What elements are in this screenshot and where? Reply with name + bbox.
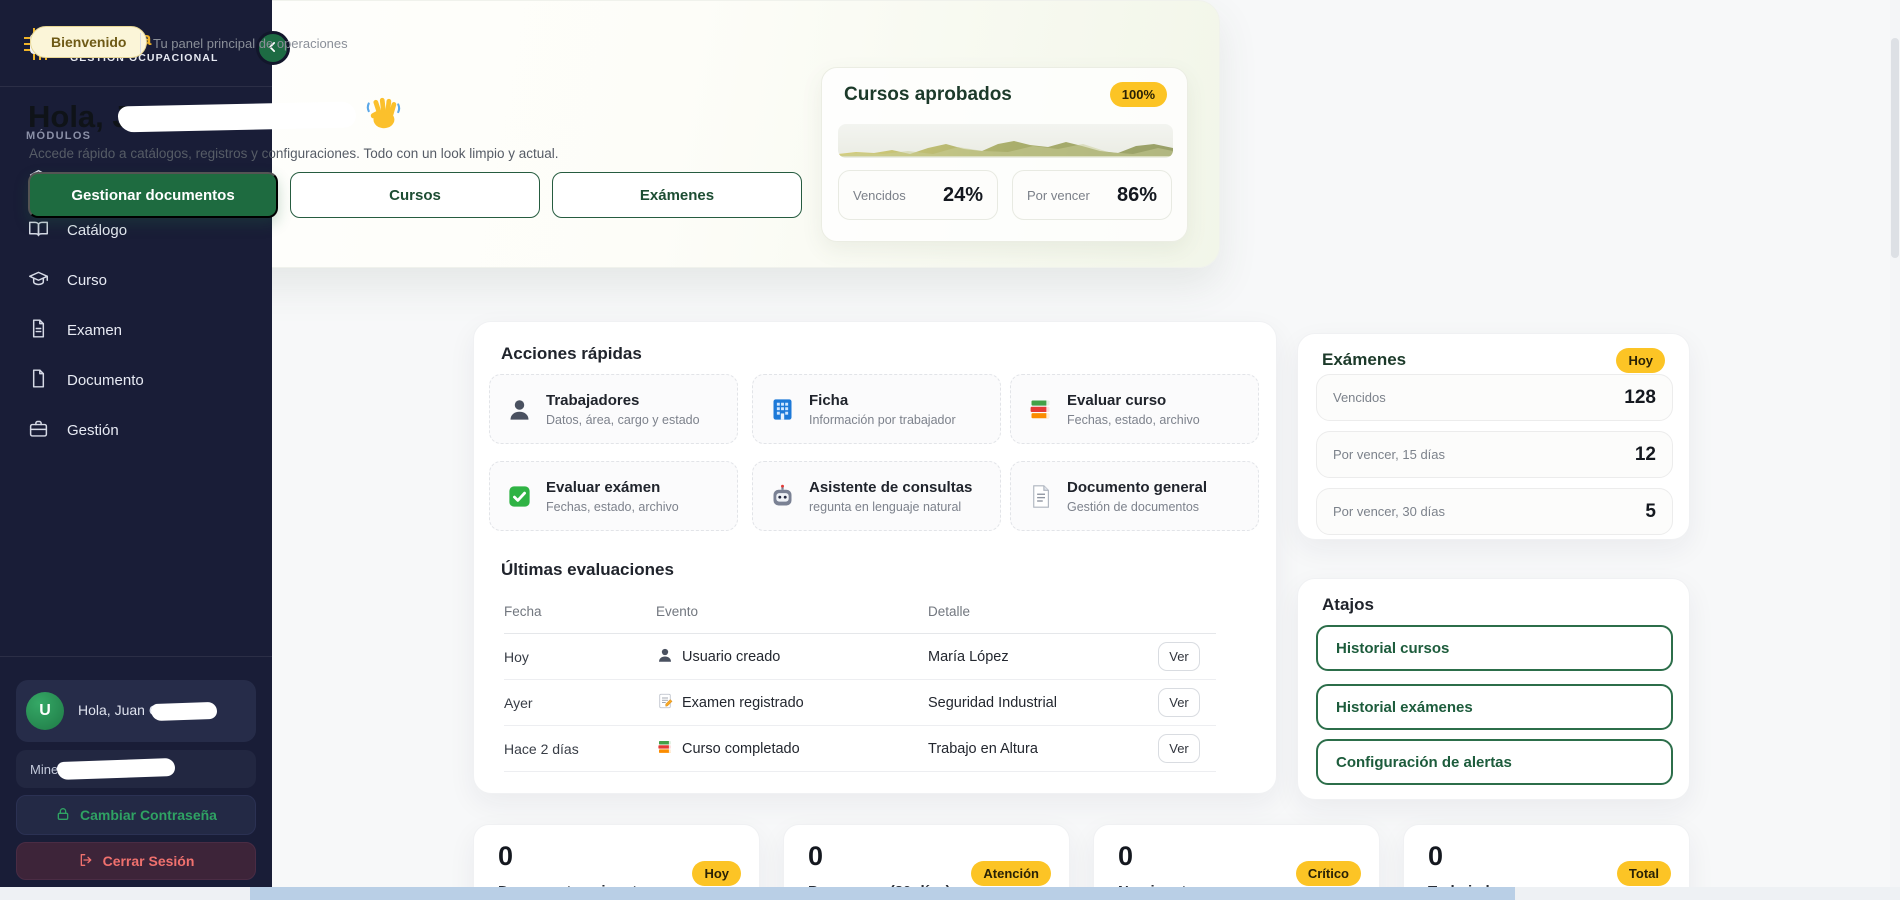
status-badge: Total	[1617, 861, 1671, 886]
examenes-button[interactable]: Exámenes	[552, 172, 802, 218]
sidebar-item-documento[interactable]: Documento	[12, 358, 260, 402]
sidebar-item-label: Curso	[67, 272, 107, 289]
action-card-asistente[interactable]: Asistente de consultas regunta en lengua…	[752, 461, 1001, 531]
atajos-title: Atajos	[1322, 595, 1374, 615]
column-header-fecha: Fecha	[504, 604, 656, 619]
sidebar-item-label: Examen	[67, 322, 122, 339]
logout-button[interactable]: Cerrar Sesión	[16, 842, 256, 880]
ver-button[interactable]: Ver	[1158, 688, 1200, 717]
sidebar-divider	[0, 86, 272, 87]
user-icon	[656, 646, 674, 668]
sidebar-item-label: Gestión	[67, 422, 119, 439]
quick-actions-panel: Acciones rápidas Trabajadores Datos, áre…	[473, 321, 1277, 794]
sidebar-divider	[0, 656, 272, 657]
welcome-tagline: Tu panel principal de operaciones	[153, 36, 348, 51]
exam-stat-row: Por vencer, 30 días 5	[1316, 488, 1673, 535]
ver-button[interactable]: Ver	[1158, 642, 1200, 671]
worker-icon	[506, 396, 533, 423]
column-header-evento: Evento	[656, 604, 928, 619]
welcome-badge: Bienvenido	[30, 26, 147, 58]
table-row: Ayer Examen registrado Seguridad Industr…	[504, 680, 1216, 726]
welcome-description: Accede rápido a catálogos, registros y c…	[29, 146, 559, 161]
stat-value: 0	[808, 841, 823, 872]
action-card-evaluar-examen[interactable]: Evaluar exámen Fechas, estado, archivo	[489, 461, 738, 531]
action-card-documento-general[interactable]: Documento general Gestión de documentos	[1010, 461, 1259, 531]
atajos-panel: Atajos Historial cursos Historial exámen…	[1297, 578, 1690, 800]
sidebar-item-label: Catálogo	[67, 222, 127, 239]
redaction-overlay	[151, 702, 218, 721]
table-row: Hace 2 días Curso completado Trabajo en …	[504, 726, 1216, 772]
cursos-aprobados-title: Cursos aprobados	[844, 84, 1012, 106]
configuracion-alertas-button[interactable]: Configuración de alertas	[1316, 739, 1673, 785]
stat-value: 0	[1118, 841, 1133, 872]
stat-value: 0	[1428, 841, 1443, 872]
exam-stat-row: Por vencer, 15 días 12	[1316, 431, 1673, 478]
action-card-evaluar-curso[interactable]: Evaluar curso Fechas, estado, archivo	[1010, 374, 1259, 444]
welcome-actions: Gestionar documentos Cursos Exámenes	[28, 172, 802, 218]
status-badge: Hoy	[692, 861, 741, 886]
company-box: Minera N	[16, 750, 256, 788]
vencidos-stat: Vencidos 24%	[838, 170, 998, 220]
stat-value: 0	[498, 841, 513, 872]
percentage-badge: 100%	[1110, 82, 1167, 107]
wave-emoji-icon	[364, 94, 402, 140]
memo-icon	[656, 692, 674, 714]
exam-stat-row: Vencidos 128	[1316, 374, 1673, 421]
redaction-overlay	[56, 758, 175, 780]
app-root: CoreData GESTIÓN OCUPACIONAL MÓDULOS Adm…	[0, 0, 1900, 900]
lock-icon	[55, 806, 71, 825]
sidebar-item-gestion[interactable]: Gestión	[12, 408, 260, 452]
horizontal-scrollbar-thumb[interactable]	[250, 887, 1515, 900]
building-icon	[769, 396, 796, 423]
file-text-icon	[28, 318, 49, 343]
action-card-trabajadores[interactable]: Trabajadores Datos, área, cargo y estado	[489, 374, 738, 444]
ver-button[interactable]: Ver	[1158, 734, 1200, 763]
table-row: Hoy Usuario creado María López Ver	[504, 634, 1216, 680]
evaluaciones-table: Fecha Evento Detalle Hoy Usuario creado …	[504, 590, 1216, 772]
divider	[140, 33, 141, 53]
ultimas-evaluaciones-title: Últimas evaluaciones	[501, 560, 674, 580]
column-header-detalle: Detalle	[928, 604, 1158, 619]
file-icon	[28, 368, 49, 393]
examenes-panel: Exámenes Hoy Vencidos 128 Por vencer, 15…	[1297, 333, 1690, 540]
change-password-button[interactable]: Cambiar Contraseña	[16, 795, 256, 835]
hoy-badge: Hoy	[1616, 348, 1665, 373]
vertical-scrollbar	[1890, 0, 1900, 887]
examenes-title: Exámenes	[1322, 350, 1406, 370]
user-card[interactable]: U Hola, Juan C	[16, 680, 256, 742]
briefcase-icon	[28, 418, 49, 443]
robot-icon	[769, 483, 796, 510]
graduation-cap-icon	[28, 268, 49, 293]
books-icon	[656, 738, 674, 760]
book-open-icon	[28, 218, 49, 243]
redaction-overlay	[117, 102, 355, 133]
action-card-ficha[interactable]: Ficha Información por trabajador	[752, 374, 1001, 444]
vertical-scrollbar-thumb[interactable]	[1891, 38, 1899, 258]
historial-examenes-button[interactable]: Historial exámenes	[1316, 684, 1673, 730]
sparkline-chart	[838, 124, 1173, 158]
status-badge: Crítico	[1296, 861, 1361, 886]
sidebar-item-curso[interactable]: Curso	[12, 258, 260, 302]
acciones-rapidas-title: Acciones rápidas	[501, 344, 642, 364]
avatar: U	[26, 692, 64, 730]
logout-icon	[78, 852, 94, 871]
gestionar-documentos-button[interactable]: Gestionar documentos	[28, 172, 278, 218]
greeting-heading: Hola, J	[28, 94, 402, 140]
cursos-aprobados-card: Cursos aprobados 100% Vencidos 24%	[821, 67, 1188, 242]
status-badge: Atención	[971, 861, 1051, 886]
horizontal-scrollbar	[0, 887, 1900, 900]
user-greeting: Hola, Juan C	[78, 702, 217, 720]
cursos-button[interactable]: Cursos	[290, 172, 540, 218]
check-icon	[506, 483, 533, 510]
historial-cursos-button[interactable]: Historial cursos	[1316, 625, 1673, 671]
document-icon	[1027, 483, 1054, 510]
books-icon	[1027, 396, 1054, 423]
por-vencer-stat: Por vencer 86%	[1012, 170, 1172, 220]
sidebar-item-label: Documento	[67, 372, 144, 389]
table-header: Fecha Evento Detalle	[504, 590, 1216, 634]
sidebar-item-examen[interactable]: Examen	[12, 308, 260, 352]
